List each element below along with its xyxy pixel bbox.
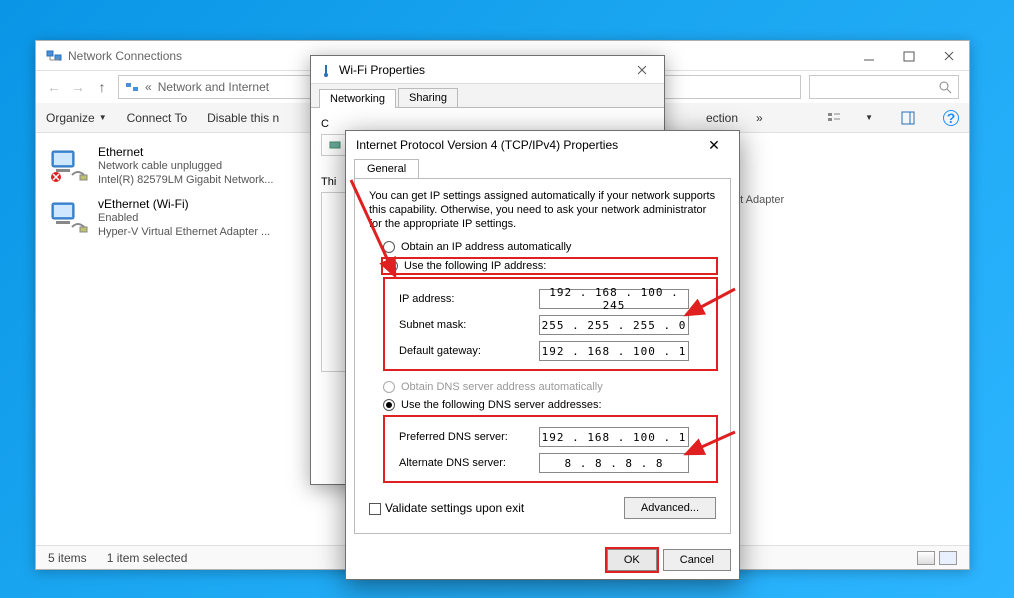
search-icon — [938, 80, 952, 94]
connect-to-button[interactable]: Connect To — [127, 111, 188, 125]
ipv4-titlebar: Internet Protocol Version 4 (TCP/IPv4) P… — [346, 131, 739, 159]
nc-title: Network Connections — [68, 49, 182, 63]
cancel-button[interactable]: Cancel — [663, 549, 731, 571]
network-icon — [125, 80, 139, 94]
breadcrumb-prefix: « — [145, 80, 152, 94]
help-button[interactable]: ? — [943, 110, 959, 126]
breadcrumb[interactable]: Network and Internet — [158, 80, 269, 94]
adapter-status: Enabled — [98, 211, 270, 225]
back-button[interactable]: ← — [46, 79, 62, 95]
vethernet-icon — [48, 197, 88, 237]
network-connections-icon — [46, 48, 62, 64]
wifi-icon — [319, 63, 333, 77]
adapter-device: Intel(R) 82579LM Gigabit Network... — [98, 173, 273, 187]
maximize-button[interactable] — [889, 42, 929, 70]
input-default-gateway[interactable]: 192 . 168 . 100 . 1 — [539, 341, 689, 361]
connect-using-label: C — [321, 118, 654, 130]
ipv4-title-text: Internet Protocol Version 4 (TCP/IPv4) P… — [356, 138, 618, 152]
ethernet-icon — [48, 145, 88, 185]
minimize-button[interactable] — [849, 42, 889, 70]
disable-button[interactable]: Disable this n — [207, 111, 279, 125]
label-alt-dns: Alternate DNS server: — [399, 457, 539, 469]
adapter-small-icon — [328, 138, 342, 152]
label-subnet: Subnet mask: — [399, 319, 539, 331]
status-item-count: 5 items — [48, 551, 87, 565]
ipv4-button-row: OK Cancel — [346, 543, 739, 579]
wifi-titlebar: Wi-Fi Properties — [311, 56, 664, 84]
adapter-device: Hyper-V Virtual Ethernet Adapter ... — [98, 225, 270, 239]
input-subnet-mask[interactable]: 255 . 255 . 255 . 0 — [539, 315, 689, 335]
ipv4-tab-pane: You can get IP settings assigned automat… — [354, 178, 731, 534]
radio-use-dns[interactable]: Use the following DNS server addresses: — [383, 399, 716, 411]
status-selected-count: 1 item selected — [107, 551, 188, 565]
input-ip-address[interactable]: 192 . 168 . 100 . 245 — [539, 289, 689, 309]
view-chevron[interactable]: ▼ — [865, 113, 873, 122]
label-gateway: Default gateway: — [399, 345, 539, 357]
tab-general[interactable]: General — [354, 159, 419, 179]
ipv4-close-button[interactable]: ✕ — [699, 134, 729, 156]
wifi-close-button[interactable] — [628, 59, 656, 81]
wifi-tabrow: Networking Sharing — [311, 84, 664, 107]
label-ip: IP address: — [399, 293, 539, 305]
radio-obtain-ip[interactable]: Obtain an IP address automatically — [383, 241, 716, 253]
close-button[interactable] — [929, 42, 969, 70]
ipv4-description: You can get IP settings assigned automat… — [369, 189, 716, 231]
ok-button[interactable]: OK — [607, 549, 657, 571]
hidden-adapter-text: et Adapter — [734, 194, 784, 206]
radio-use-ip[interactable]: Use the following IP address: — [383, 259, 716, 273]
toolbar-overflow[interactable]: » — [756, 111, 763, 125]
tab-sharing[interactable]: Sharing — [398, 88, 458, 107]
wifi-title-text: Wi-Fi Properties — [339, 63, 425, 77]
ipv4-properties-window: Internet Protocol Version 4 (TCP/IPv4) P… — [345, 130, 740, 580]
forward-button[interactable]: → — [70, 79, 86, 95]
view-details-icon[interactable] — [917, 551, 935, 565]
adapter-status: Network cable unplugged — [98, 159, 273, 173]
ipv4-tabrow: General — [346, 159, 739, 179]
view-menu-icon[interactable] — [827, 111, 841, 125]
adapter-ethernet[interactable]: Ethernet Network cable unplugged Intel(R… — [46, 143, 306, 189]
adapter-vethernet[interactable]: vEthernet (Wi-Fi) Enabled Hyper-V Virtua… — [46, 195, 306, 241]
input-alternate-dns[interactable]: 8 . 8 . 8 . 8 — [539, 453, 689, 473]
validate-checkbox[interactable]: Validate settings upon exit — [369, 501, 524, 515]
organize-menu[interactable]: Organize ▼ — [46, 111, 107, 125]
label-pref-dns: Preferred DNS server: — [399, 431, 539, 443]
toolbar-spill-text: ection — [706, 111, 738, 125]
up-button[interactable]: ↑ — [94, 79, 110, 95]
tab-networking[interactable]: Networking — [319, 89, 396, 108]
view-large-icon[interactable] — [939, 551, 957, 565]
preview-pane-icon[interactable] — [901, 111, 915, 125]
adapter-name: vEthernet (Wi-Fi) — [98, 197, 270, 211]
advanced-button[interactable]: Advanced... — [624, 497, 716, 519]
input-preferred-dns[interactable]: 192 . 168 . 100 . 1 — [539, 427, 689, 447]
search-field[interactable] — [809, 75, 959, 99]
radio-obtain-dns: Obtain DNS server address automatically — [383, 381, 716, 393]
adapter-name: Ethernet — [98, 145, 273, 159]
